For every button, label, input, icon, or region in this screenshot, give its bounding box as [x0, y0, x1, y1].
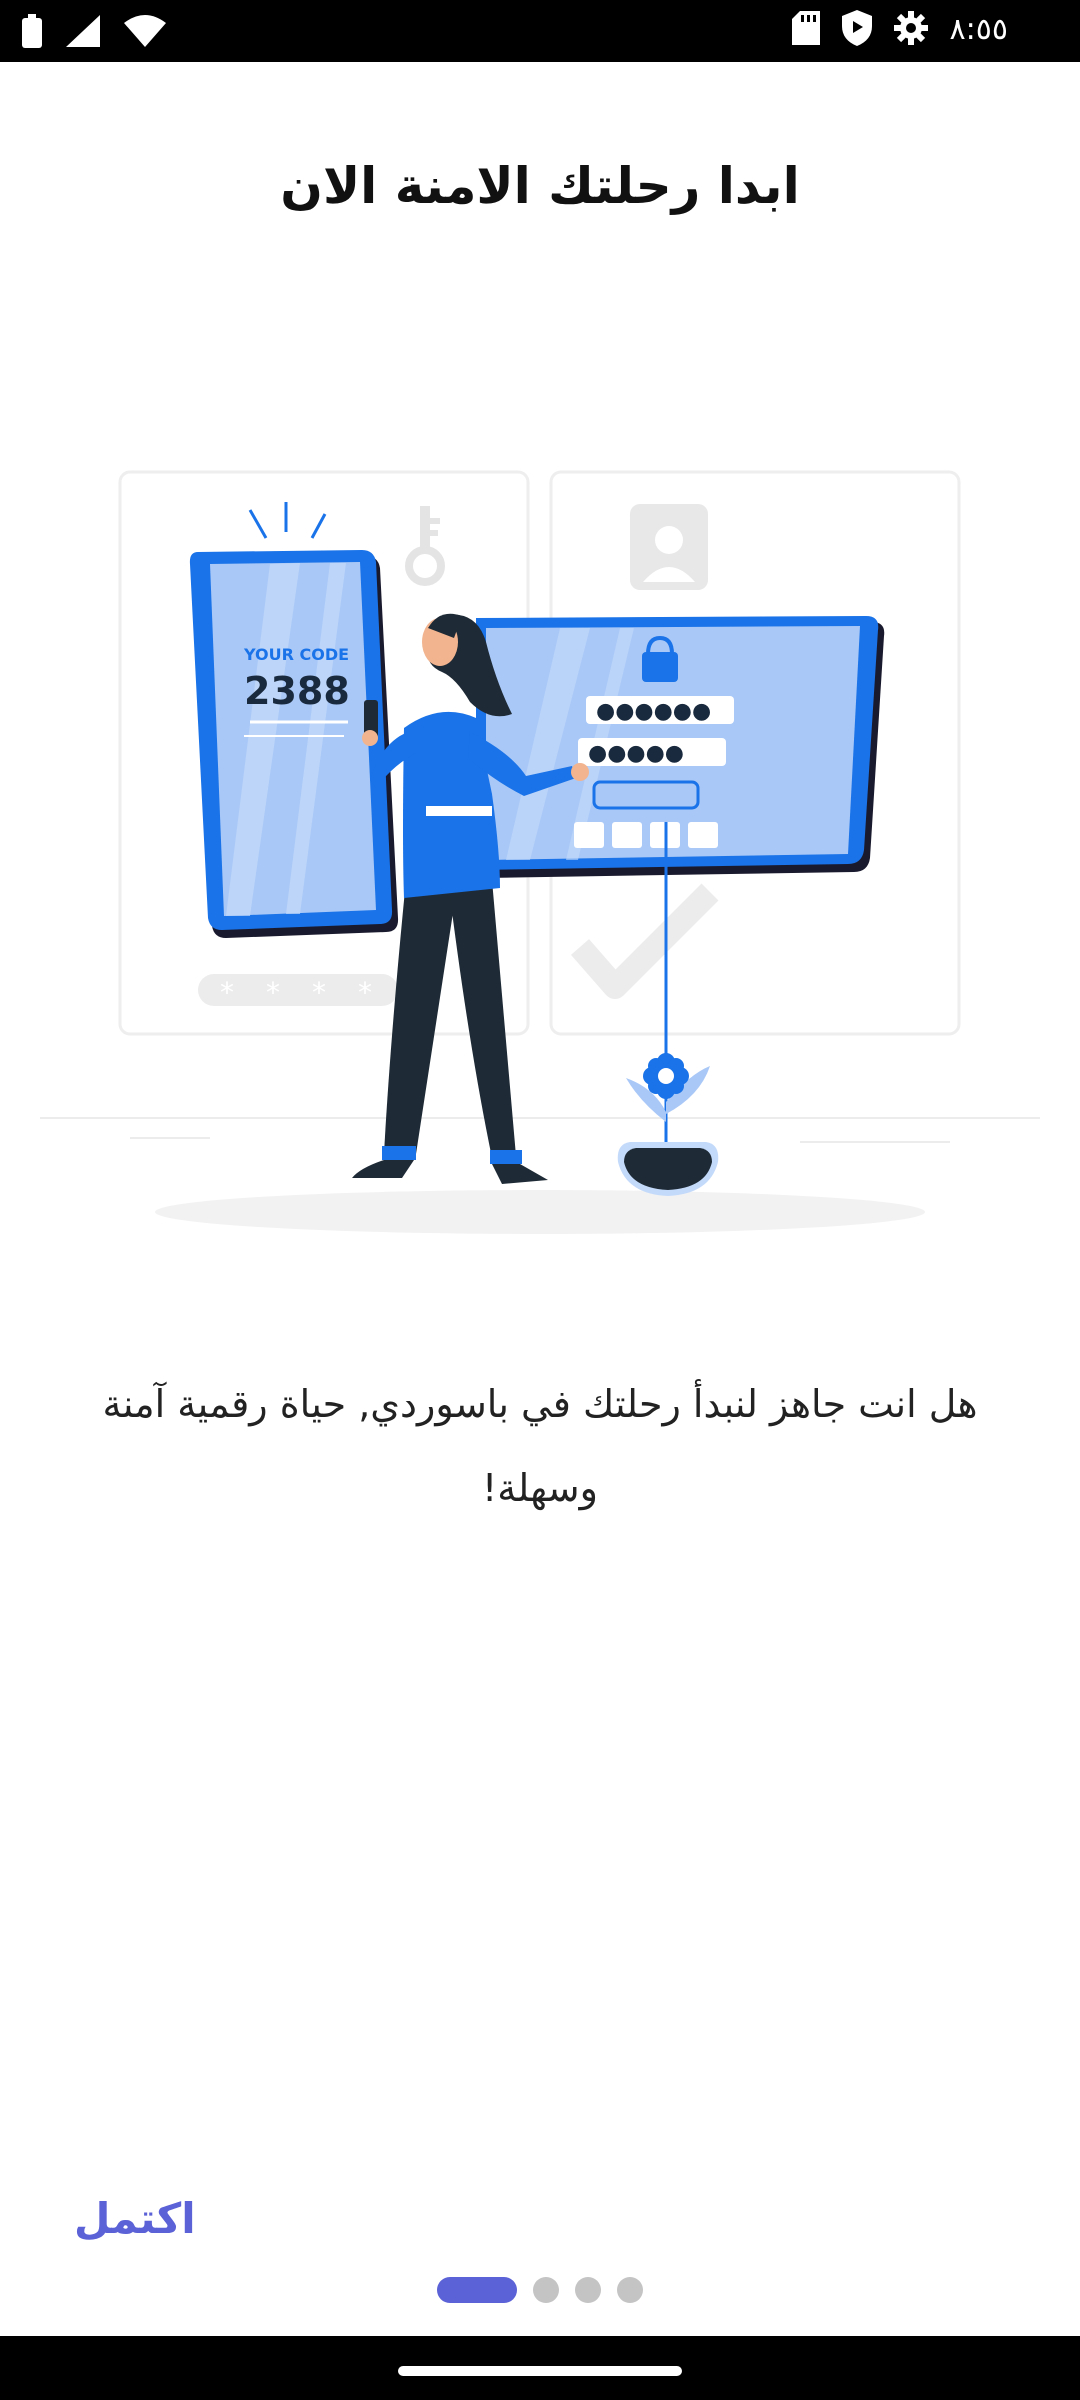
navigation-bar	[0, 2336, 1080, 2400]
security-illustration: * * * * YOUR CODE 2388 ●●●●●● ●●●●●	[30, 402, 1050, 1262]
status-time: ٨:٥٥	[949, 12, 1008, 47]
onboarding-description: هل انت جاهز لنبدأ رحلتك في باسوردي, حياة…	[102, 1382, 978, 1510]
page-indicator-dot[interactable]	[575, 2277, 601, 2303]
user-avatar-icon	[630, 504, 708, 590]
page-title: ابدا رحلتك الامنة الان	[280, 157, 800, 215]
onboarding-screen: ابدا رحلتك الامنة الان * * * * YOUR CODE…	[0, 62, 1080, 2336]
page-indicator	[437, 2277, 643, 2303]
svg-text:*: *	[312, 976, 326, 1009]
svg-text:*: *	[266, 976, 280, 1009]
status-right-icons: ٨:٥٥	[791, 10, 1008, 50]
code-value: 2388	[244, 669, 350, 713]
wifi-icon	[124, 15, 166, 51]
finish-button[interactable]: اكتمل	[74, 2194, 196, 2243]
page-indicator-dot-active[interactable]	[437, 2277, 517, 2303]
login-screen-graphic: ●●●●●● ●●●●●	[476, 616, 885, 878]
status-bar: ٨:٥٥	[0, 0, 1080, 62]
page-indicator-dot[interactable]	[617, 2277, 643, 2303]
svg-text:*: *	[358, 976, 372, 1009]
battery-icon	[22, 14, 42, 52]
home-indicator[interactable]	[398, 2366, 682, 2376]
sd-card-icon	[791, 11, 820, 49]
page-indicator-dot[interactable]	[533, 2277, 559, 2303]
your-code-label: YOUR CODE	[243, 645, 349, 664]
svg-text:*: *	[220, 976, 234, 1009]
signal-icon	[66, 15, 100, 51]
svg-text:●●●●●●: ●●●●●●	[596, 699, 711, 724]
settings-icon	[893, 11, 928, 49]
status-left-icons	[22, 14, 166, 52]
shield-icon	[841, 10, 872, 50]
svg-text:●●●●●: ●●●●●	[588, 741, 684, 766]
